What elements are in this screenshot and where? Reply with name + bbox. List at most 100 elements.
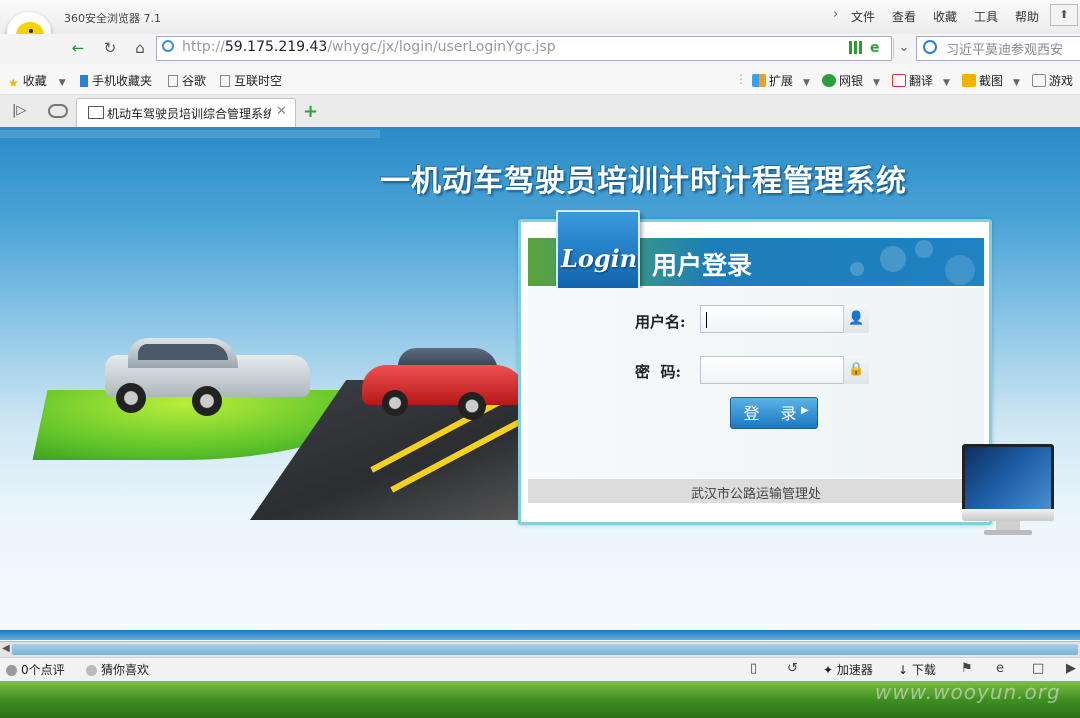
scroll-left-icon[interactable]: ◀ — [2, 643, 10, 654]
gamepad-icon — [1032, 74, 1046, 87]
tool-games-label: 游戏 — [1049, 74, 1074, 88]
ie-icon[interactable]: e — [996, 661, 1004, 676]
menu-file[interactable]: 文件 — [851, 8, 875, 25]
chevron-down-icon[interactable]: ▼ — [873, 78, 880, 88]
user-icon: 👤 — [843, 305, 869, 333]
status-accelerator[interactable]: ✦ 加速器 — [823, 661, 873, 678]
decor-bubble — [915, 240, 933, 258]
fav-collect[interactable]: ★ 收藏 ▼ — [8, 72, 66, 90]
status-download[interactable]: ↓ 下载 — [898, 661, 936, 678]
status-comments-label: 0个点评 — [21, 663, 65, 677]
tool-bank[interactable]: 网银 ▼ — [822, 72, 880, 89]
phone-icon — [80, 75, 88, 87]
menu-help[interactable]: 帮助 — [1015, 8, 1039, 25]
search-icon — [923, 40, 937, 54]
window-upload-icon[interactable]: ⬆ — [1050, 4, 1078, 26]
reload-icon[interactable]: ↻ — [99, 38, 121, 58]
translate-icon — [892, 74, 906, 87]
ie-mode-icon[interactable]: e — [870, 40, 880, 56]
address-url[interactable]: http://59.175.219.43/whygc/jx/login/user… — [182, 39, 556, 55]
status-accelerator-label: 加速器 — [836, 663, 873, 677]
status-download-label: 下载 — [911, 663, 936, 677]
tab-favicon-icon — [88, 106, 104, 119]
rocket-icon: ✦ — [823, 663, 837, 677]
footer-org-text: 武汉市公路运输管理处 — [690, 487, 821, 502]
qr-code-icon[interactable] — [849, 41, 862, 54]
new-tab-plus-icon[interactable]: + — [303, 101, 318, 122]
panel-title: 用户登录 — [652, 251, 753, 280]
refresh-icon[interactable]: ↺ — [787, 661, 798, 676]
heart-icon — [86, 665, 97, 676]
tool-translate-label: 翻译 — [909, 74, 934, 88]
chevron-down-icon[interactable]: ▼ — [803, 78, 810, 88]
system-headline: 一机动车驾驶员培训计时计程管理系统 — [380, 164, 907, 199]
login-badge-text: Login — [561, 244, 638, 273]
chevron-down-icon[interactable]: ▼ — [1013, 78, 1020, 88]
password-label: 密 码: — [635, 363, 681, 381]
chick-eye — [29, 29, 33, 33]
page-bottom-strip — [0, 630, 1080, 640]
status-guess-label: 猜你喜欢 — [101, 663, 150, 677]
page-icon — [168, 75, 178, 87]
site-globe-icon — [162, 40, 174, 52]
toolbar-grip[interactable]: ⋮ — [735, 72, 747, 86]
menu-favorites[interactable]: 收藏 — [933, 8, 957, 25]
page-icon — [220, 75, 230, 87]
wheel — [458, 392, 486, 420]
mobile-icon[interactable]: ▯ — [750, 661, 757, 676]
decor-bubble — [880, 246, 906, 272]
scissors-icon — [962, 74, 976, 87]
search-placeholder: 习近平莫迪参观西安 — [946, 43, 1064, 58]
tool-translate[interactable]: 翻译 ▼ — [892, 72, 950, 89]
url-path: /whygc/jx/login/userLoginYgc.jsp — [327, 39, 556, 55]
lock-icon: 🔒 — [843, 356, 869, 384]
sidebar-toggle-icon[interactable]: |▷ — [12, 103, 26, 118]
fav-internet-time[interactable]: 互联时空 — [220, 72, 282, 89]
status-guess[interactable]: 猜你喜欢 — [86, 661, 149, 678]
menu-view[interactable]: 查看 — [892, 8, 916, 25]
home-icon[interactable]: ⌂ — [129, 38, 151, 58]
tool-extensions[interactable]: 扩展 ▼ — [752, 72, 810, 89]
tab-close-icon[interactable]: ✕ — [276, 104, 287, 119]
window-icon[interactable]: □ — [1032, 661, 1044, 676]
chevron-down-icon[interactable]: ▼ — [943, 78, 950, 88]
extensions-icon — [752, 74, 766, 87]
comment-icon — [6, 665, 17, 676]
url-host: 59.175.219.43 — [224, 39, 328, 55]
fav-internet-time-label: 互联时空 — [234, 74, 283, 88]
imac-screen-image — [962, 444, 1054, 512]
status-comments[interactable]: 0个点评 — [6, 661, 65, 678]
tool-screenshot-label: 截图 — [979, 74, 1004, 88]
app-title: 360安全浏览器 7.1 — [64, 12, 161, 25]
text-caret — [706, 312, 707, 328]
speaker-icon[interactable]: ▶ — [1066, 661, 1076, 676]
menu-tools[interactable]: 工具 — [974, 8, 998, 25]
download-icon: ↓ — [898, 663, 912, 677]
fav-collect-label: 收藏 — [22, 74, 47, 88]
tool-games[interactable]: 游戏 — [1032, 72, 1073, 89]
url-prefix: http:// — [182, 39, 225, 55]
decor-bubble — [850, 262, 864, 276]
imac-foot — [984, 530, 1032, 535]
address-dropdown-icon[interactable]: ⌄ — [893, 38, 914, 58]
fav-google[interactable]: 谷歌 — [168, 72, 206, 89]
menu-expand-icon[interactable]: › — [833, 7, 838, 22]
tool-bank-label: 网银 — [839, 74, 864, 88]
back-arrow-icon[interactable]: ← — [67, 38, 89, 58]
cloud-icon[interactable] — [48, 104, 68, 118]
pickup-window — [138, 344, 228, 360]
wheel — [192, 386, 222, 416]
wheel — [382, 390, 408, 416]
shield-icon — [822, 74, 836, 87]
tab-title: 机动车驾驶员培训综合管理系统 — [107, 107, 271, 121]
arrow-right-icon: ▶ — [801, 405, 809, 416]
scrollbar-thumb[interactable] — [12, 644, 1078, 655]
tool-screenshot[interactable]: 截图 ▼ — [962, 72, 1020, 89]
flag-icon[interactable]: ⚑ — [961, 661, 973, 676]
wheel — [116, 383, 146, 413]
imac-chin — [962, 509, 1054, 521]
fav-mobile[interactable]: 手机收藏夹 — [80, 72, 152, 89]
fav-mobile-label: 手机收藏夹 — [92, 74, 153, 88]
header-band — [0, 130, 380, 138]
chevron-down-icon[interactable]: ▼ — [59, 78, 66, 88]
